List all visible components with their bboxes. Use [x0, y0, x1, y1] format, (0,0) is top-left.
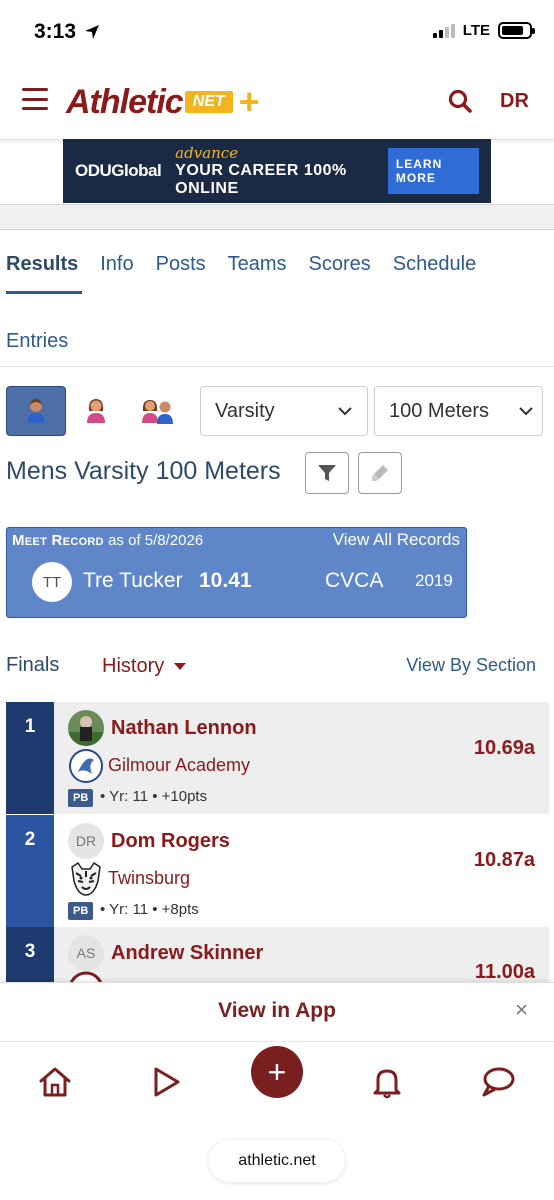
female-filter-button[interactable]: [66, 386, 126, 436]
bell-icon[interactable]: [369, 1064, 405, 1100]
record-mark: 10.41: [199, 569, 252, 592]
tab-entries[interactable]: Entries: [6, 330, 68, 353]
event-select-value: 100 Meters: [389, 399, 490, 422]
divider-band: [0, 204, 554, 230]
event-select[interactable]: 100 Meters: [374, 386, 543, 436]
ad-brand: ODUGlobal: [75, 161, 162, 180]
chevron-down-icon: [519, 407, 533, 416]
team-name[interactable]: Gilmour Academy: [108, 755, 250, 776]
team-name[interactable]: Twinsburg: [108, 868, 190, 889]
status-time: 3:13: [34, 20, 100, 44]
meet-record-card[interactable]: Meet Record as of 5/8/2026 View All Reco…: [6, 527, 467, 618]
filter-icon: [318, 465, 336, 481]
view-by-section-link[interactable]: View By Section: [406, 655, 536, 676]
ad-line2: YOUR CAREER 100% ONLINE: [175, 162, 347, 197]
tab-info[interactable]: Info: [100, 253, 133, 276]
result-mark: 11.00a: [474, 961, 535, 983]
tab-posts[interactable]: Posts: [156, 253, 206, 276]
male-filter-button[interactable]: [6, 386, 66, 436]
active-tab-indicator: [6, 291, 82, 294]
twinsburg-tiger-logo[interactable]: [68, 861, 104, 897]
ad-learn-more-button[interactable]: LEARN MORE: [387, 148, 479, 194]
view-all-records-link[interactable]: View All Records: [333, 530, 460, 550]
level-select[interactable]: Varsity: [200, 386, 368, 436]
tab-scores[interactable]: Scores: [309, 253, 371, 276]
logo-text: Athletic: [66, 82, 184, 121]
tab-teams[interactable]: Teams: [228, 253, 287, 276]
place-number: 2: [6, 815, 54, 927]
highlight-button[interactable]: [358, 452, 402, 494]
bottom-navigation: + athletic.net: [0, 1041, 554, 1200]
gilmour-academy-logo[interactable]: [68, 748, 104, 784]
history-dropdown[interactable]: History: [102, 655, 187, 678]
both-genders-filter-button[interactable]: [128, 386, 188, 436]
result-mark: 10.69a: [473, 737, 535, 759]
athletic-net-logo[interactable]: Athletic NET +: [66, 80, 260, 124]
male-icon: [27, 399, 45, 423]
play-icon[interactable]: [148, 1064, 184, 1100]
history-label: History: [102, 655, 165, 677]
location-arrow-icon: [85, 25, 100, 39]
tab-schedule[interactable]: Schedule: [393, 253, 476, 276]
record-year: 2019: [415, 571, 453, 590]
advertisement-banner[interactable]: ODUGlobal advance YOUR CAREER 100% ONLIN…: [63, 139, 491, 203]
filter-button[interactable]: [305, 452, 349, 494]
finals-label: Finals: [6, 654, 60, 676]
avatar: AS: [68, 935, 104, 971]
place-number: 1: [6, 702, 54, 814]
meet-record-label: Meet Record as of 5/8/2026: [12, 532, 203, 549]
avatar: DR: [68, 823, 104, 859]
meet-tabs: Results Info Posts Teams Scores Schedule: [6, 253, 476, 276]
couple-icon: [142, 400, 173, 424]
result-row[interactable]: 3 AS Andrew Skinner 11.00a: [6, 927, 549, 983]
home-icon[interactable]: [37, 1064, 73, 1100]
logo-plus: +: [238, 81, 260, 122]
add-button[interactable]: +: [251, 1046, 303, 1098]
ad-line1: advance: [175, 144, 239, 162]
signal-icon: [432, 23, 455, 38]
pb-badge: PB: [68, 902, 94, 920]
meet-record-date: as of 5/8/2026: [108, 532, 204, 549]
athlete-photo: [68, 710, 104, 746]
result-meta: • Yr: 11 • +8pts: [100, 901, 199, 918]
user-avatar[interactable]: DR: [500, 90, 529, 113]
ad-copy: advance YOUR CAREER 100% ONLINE: [175, 144, 374, 198]
browser-url-bar[interactable]: athletic.net: [209, 1140, 345, 1182]
athlete-name[interactable]: Nathan Lennon: [111, 717, 257, 740]
search-icon[interactable]: [447, 88, 473, 114]
chat-icon[interactable]: [480, 1064, 516, 1100]
avatar: TT: [32, 562, 72, 602]
close-icon[interactable]: ×: [515, 997, 528, 1023]
chevron-down-icon: [338, 407, 352, 416]
record-team[interactable]: CVCA: [325, 569, 383, 593]
result-meta: • Yr: 11 • +10pts: [100, 788, 208, 805]
time-label: 3:13: [34, 20, 77, 43]
divider: [0, 366, 554, 367]
network-label: LTE: [462, 22, 490, 39]
caret-down-icon: [174, 663, 187, 670]
pb-badge: PB: [68, 789, 94, 807]
highlighter-icon: [372, 465, 388, 481]
athlete-name[interactable]: Andrew Skinner: [111, 942, 263, 965]
logo-net-badge: NET: [184, 91, 233, 113]
female-icon: [87, 399, 105, 423]
place-number: 3: [6, 927, 54, 983]
view-in-app-button[interactable]: View in App: [0, 999, 554, 1023]
record-athlete-name[interactable]: Tre Tucker: [83, 569, 183, 593]
athlete-photo-image: [68, 710, 104, 746]
athlete-name[interactable]: Dom Rogers: [111, 830, 230, 853]
app-header: Athletic NET + DR: [0, 62, 554, 140]
result-row[interactable]: 2 DR Dom Rogers Twinsburg PB • Yr: 11 • …: [6, 815, 549, 927]
meet-record-title: Meet Record: [12, 532, 104, 549]
battery-icon: [498, 22, 535, 39]
result-row[interactable]: 1 Nathan Lennon Gilmour Academy PB • Yr:…: [6, 702, 549, 814]
level-select-value: Varsity: [215, 399, 275, 422]
view-in-app-banner[interactable]: View in App ×: [0, 982, 554, 1040]
status-indicators: LTE: [432, 22, 535, 39]
event-title: Mens Varsity 100 Meters: [6, 457, 281, 485]
result-mark: 10.87a: [473, 849, 535, 871]
tab-results[interactable]: Results: [6, 253, 78, 276]
menu-icon[interactable]: [22, 88, 48, 110]
